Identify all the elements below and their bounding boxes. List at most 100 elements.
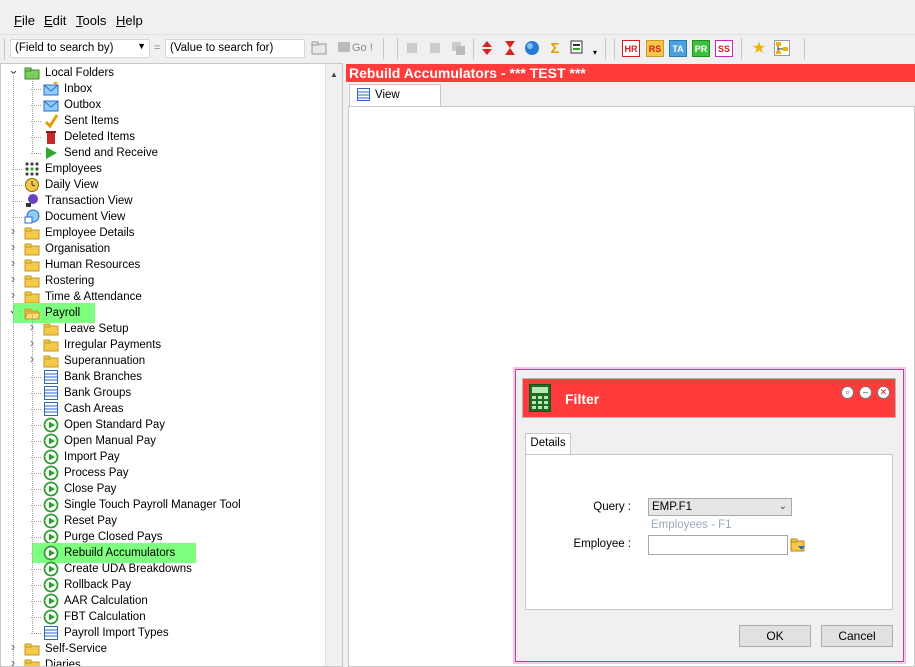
tree-item-employees[interactable]: Employees — [1, 161, 325, 177]
tree-item-diaries[interactable]: › Diaries — [1, 656, 325, 667]
module-rs-button[interactable]: RS — [646, 40, 664, 57]
play-icon — [43, 145, 59, 161]
tree-item-label: Cash Areas — [64, 403, 124, 415]
report-icon[interactable] — [570, 40, 586, 56]
tree-item-fbt-calculation[interactable]: FBT Calculation — [1, 609, 325, 625]
tree-item-inbox[interactable]: Inbox — [1, 81, 325, 97]
scroll-up-icon[interactable]: ▲ — [330, 70, 338, 79]
dialog-title: Filter — [565, 391, 600, 407]
tree-item-close-pay[interactable]: Close Pay — [1, 481, 325, 497]
tree-item-sent-items[interactable]: Sent Items — [1, 113, 325, 129]
tree-item-single-touch-payroll-manager-tool[interactable]: Single Touch Payroll Manager Tool — [1, 497, 325, 513]
tree-item-organisation[interactable]: › Organisation — [1, 240, 325, 257]
toolbar-separator — [397, 38, 398, 60]
tree-item-cash-areas[interactable]: Cash Areas — [1, 401, 325, 417]
folder-search-icon[interactable] — [311, 40, 327, 56]
tab-view-entities[interactable]: View Entities — [349, 84, 441, 121]
tree-item-label: Send and Receive — [64, 147, 158, 159]
tree-item-bank-groups[interactable]: Bank Groups — [1, 385, 325, 401]
module-pr-button[interactable]: PR — [692, 40, 710, 57]
tree-item-label: Payroll — [45, 307, 81, 319]
tree-item-create-uda-breakdowns[interactable]: Create UDA Breakdowns — [1, 561, 325, 577]
tree-item-irregular-payments[interactable]: › Irregular Payments — [1, 336, 325, 353]
module-ta-button[interactable]: TA — [669, 40, 687, 57]
sum-icon[interactable]: Σ — [547, 40, 563, 57]
tree-item-local-folders[interactable]: ⌄ Local Folders — [1, 64, 325, 81]
chevron-down-icon: ⌄ — [778, 501, 787, 512]
tab-details[interactable]: Details — [525, 433, 571, 454]
toolbar: (Field to search by) ▼ = (Value to searc… — [0, 34, 915, 62]
tree-item-rollback-pay[interactable]: Rollback Pay — [1, 577, 325, 593]
tree-item-label: Daily View — [45, 179, 99, 191]
tree-item-open-manual-pay[interactable]: Open Manual Pay — [1, 433, 325, 449]
toolbar-separator — [383, 38, 384, 60]
run-icon — [43, 593, 59, 609]
tree-item-label: Transaction View — [45, 195, 133, 207]
tree-item-send-and-receive[interactable]: Send and Receive — [1, 145, 325, 161]
employee-field[interactable] — [648, 535, 788, 555]
tree-item-daily-view[interactable]: Daily View — [1, 177, 325, 193]
tree-item-rebuild-accumulators[interactable]: Rebuild Accumulators — [1, 543, 325, 563]
search-field-select[interactable]: (Field to search by) ▼ — [10, 39, 150, 58]
go-button[interactable]: Go ! — [338, 42, 373, 54]
copy-record-icon[interactable] — [450, 40, 466, 56]
dropdown-arrow-icon[interactable]: ▾ — [593, 48, 597, 57]
tree-item-leave-setup[interactable]: › Leave Setup — [1, 320, 325, 337]
folder-icon — [24, 657, 40, 666]
hourglass-icon[interactable] — [502, 40, 518, 56]
minimize-icon[interactable]: – — [859, 386, 872, 399]
tree-item-outbox[interactable]: Outbox — [1, 97, 325, 113]
ok-button[interactable]: OK — [739, 625, 811, 647]
sort-icon[interactable] — [479, 40, 495, 56]
tree-item-payroll[interactable]: ⌄Payroll — [1, 303, 325, 323]
search-value-input[interactable]: (Value to search for) — [165, 39, 305, 58]
tree-item-document-view[interactable]: Document View — [1, 209, 325, 225]
transaction-icon — [24, 193, 40, 209]
module-ss-button[interactable]: SS — [715, 40, 733, 57]
module-hr-button[interactable]: HR — [622, 40, 640, 57]
tree-item-bank-branches[interactable]: Bank Branches — [1, 369, 325, 385]
tree-item-superannuation[interactable]: › Superannuation — [1, 352, 325, 369]
globe-icon[interactable] — [524, 40, 540, 56]
star-icon[interactable]: ★ — [751, 40, 767, 57]
run-icon — [43, 561, 59, 577]
restore-icon[interactable]: ▫ — [841, 386, 854, 399]
tree-item-human-resources[interactable]: › Human Resources — [1, 256, 325, 273]
folder-lookup-icon[interactable] — [790, 537, 806, 553]
org-chart-icon[interactable] — [774, 40, 790, 56]
close-icon[interactable]: ✕ — [877, 386, 890, 399]
tree-item-label: Leave Setup — [64, 323, 129, 335]
menu-file[interactable]: File — [14, 13, 35, 28]
tree-item-self-service[interactable]: › Self-Service — [1, 640, 325, 657]
cancel-button[interactable]: Cancel — [821, 625, 893, 647]
run-icon — [43, 449, 59, 465]
menu-edit[interactable]: Edit — [44, 13, 66, 28]
run-icon — [43, 465, 59, 481]
tree-item-label: Superannuation — [64, 355, 146, 367]
menu-help[interactable]: Help — [116, 13, 143, 28]
tree-item-reset-pay[interactable]: Reset Pay — [1, 513, 325, 529]
tree-item-payroll-import-types[interactable]: Payroll Import Types — [1, 625, 325, 641]
add-record-icon[interactable] — [404, 40, 420, 56]
tree-item-label: Employee Details — [45, 227, 135, 239]
tree-item-label: Diaries — [45, 659, 81, 667]
tree-item-process-pay[interactable]: Process Pay — [1, 465, 325, 481]
list-icon — [43, 385, 59, 401]
tree-scrollbar[interactable]: ▲ — [325, 64, 342, 666]
tree-item-employee-details[interactable]: › Employee Details — [1, 224, 325, 241]
list-icon — [43, 369, 59, 385]
tree-item-open-standard-pay[interactable]: Open Standard Pay — [1, 417, 325, 433]
tree-item-label: Import Pay — [64, 451, 120, 463]
tree-item-deleted-items[interactable]: Deleted Items — [1, 129, 325, 145]
menu-tools[interactable]: Tools — [76, 13, 106, 28]
tree-item-label: Deleted Items — [64, 131, 135, 143]
tree-item-import-pay[interactable]: Import Pay — [1, 449, 325, 465]
tree-item-aar-calculation[interactable]: AAR Calculation — [1, 593, 325, 609]
tree-item-label: Document View — [45, 211, 126, 223]
query-select[interactable]: EMP.F1 ⌄ — [648, 498, 792, 516]
toolbar-separator — [804, 38, 805, 60]
tree-item-transaction-view[interactable]: Transaction View — [1, 193, 325, 209]
tree-item-rostering[interactable]: › Rostering — [1, 272, 325, 289]
delete-record-icon[interactable] — [427, 40, 443, 56]
run-icon — [43, 513, 59, 529]
